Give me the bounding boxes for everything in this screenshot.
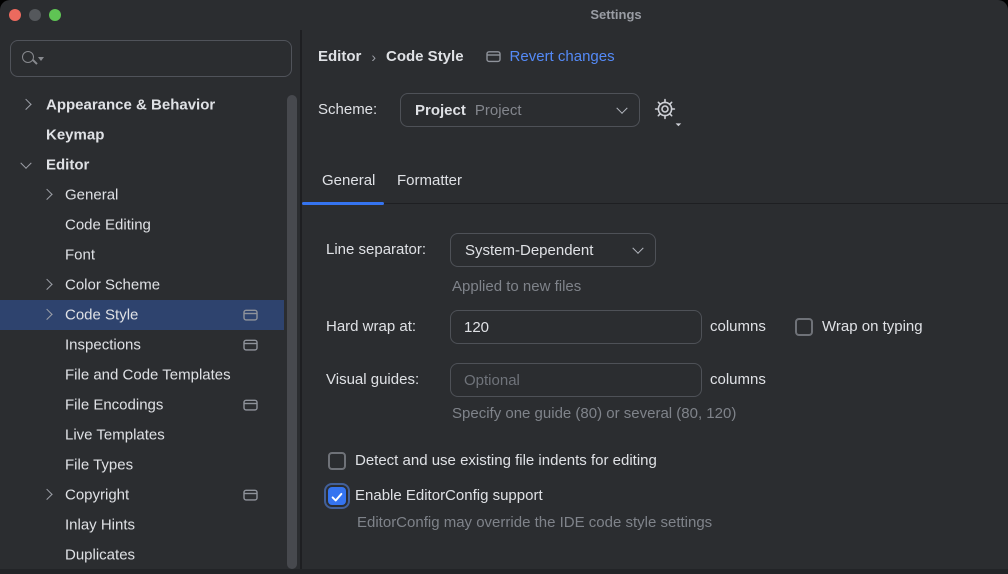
scheme-dropdown[interactable]: Project Project — [400, 93, 640, 127]
hard-wrap-suffix: columns — [710, 318, 766, 335]
hard-wrap-input[interactable] — [450, 310, 702, 344]
sidebar-item-label: Keymap — [46, 127, 104, 144]
dropdown-corner-icon — [673, 118, 681, 126]
editorconfig-help: EditorConfig may override the IDE code s… — [357, 514, 712, 531]
sidebar-item-label: File Encodings — [65, 397, 163, 414]
chevron-down-icon — [616, 103, 627, 114]
sidebar-item-font[interactable]: Font — [0, 240, 284, 270]
sidebar-item-live-templates[interactable]: Live Templates — [0, 420, 284, 450]
sidebar-item-label: Appearance & Behavior — [46, 97, 215, 114]
sidebar-item-label: General — [65, 187, 118, 204]
zoom-window-button[interactable] — [49, 9, 61, 21]
modified-setting-icon — [243, 309, 258, 322]
sidebar-item-label: Inlay Hints — [65, 517, 135, 534]
line-separator-dropdown[interactable]: System-Dependent — [450, 233, 656, 267]
sidebar-item-code-style[interactable]: Code Style — [0, 300, 284, 330]
sidebar-item-code-editing[interactable]: Code Editing — [0, 210, 284, 240]
window-title: Settings — [590, 7, 641, 22]
sidebar-item-inlay-hints[interactable]: Inlay Hints — [0, 510, 284, 540]
sidebar-scrollbar-thumb[interactable] — [287, 95, 297, 569]
sidebar-item-file-types[interactable]: File Types — [0, 450, 284, 480]
visual-guides-help: Specify one guide (80) or several (80, 1… — [452, 405, 736, 422]
sidebar-item-duplicates[interactable]: Duplicates — [0, 540, 284, 570]
sidebar-item-label: File and Code Templates — [65, 367, 231, 384]
settings-window: Settings Appearance & Behavior Keymap Edit… — [0, 0, 1008, 574]
sidebar-item-label: Font — [65, 247, 95, 264]
chevron-right-icon[interactable] — [41, 279, 52, 290]
chevron-down-icon[interactable] — [20, 158, 31, 169]
sidebar-item-appearance-behavior[interactable]: Appearance & Behavior — [0, 90, 284, 120]
window-bottom-edge — [0, 569, 1008, 574]
breadcrumb-editor[interactable]: Editor — [318, 48, 361, 65]
sidebar-item-label: Inspections — [65, 337, 141, 354]
scheme-actions-button[interactable] — [652, 96, 682, 126]
sidebar-item-inspections[interactable]: Inspections — [0, 330, 284, 360]
wrap-on-typing-label[interactable]: Wrap on typing — [822, 318, 923, 335]
sidebar-item-label: Live Templates — [65, 427, 165, 444]
modified-setting-icon — [243, 339, 258, 352]
close-window-button[interactable] — [9, 9, 21, 21]
enable-editorconfig-label[interactable]: Enable EditorConfig support — [355, 487, 543, 504]
code-style-tabs: General Formatter — [302, 163, 1008, 204]
line-separator-value: System-Dependent — [465, 242, 593, 259]
sidebar-item-file-encodings[interactable]: File Encodings — [0, 390, 284, 420]
active-tab-indicator — [302, 202, 384, 206]
sidebar-item-label: Color Scheme — [65, 277, 160, 294]
sidebar-item-label: Code Editing — [65, 217, 151, 234]
chevron-right-icon[interactable] — [41, 189, 52, 200]
minimize-window-button[interactable] — [29, 9, 41, 21]
scheme-value-secondary: Project — [475, 102, 522, 119]
detect-indents-checkbox[interactable] — [328, 452, 346, 470]
breadcrumb-code-style: Code Style — [386, 48, 464, 65]
sidebar-item-label: Copyright — [65, 487, 129, 504]
line-separator-label: Line separator: — [326, 241, 426, 258]
breadcrumb-separator-icon: › — [371, 49, 376, 65]
revert-changes-link[interactable]: Revert changes — [510, 48, 615, 65]
modified-setting-icon — [486, 50, 501, 63]
sidebar-item-label: Editor — [46, 157, 89, 174]
sidebar-item-label: File Types — [65, 457, 133, 474]
tab-formatter[interactable]: Formatter — [397, 172, 462, 189]
title-bar: Settings — [0, 0, 1008, 30]
settings-tree: Appearance & Behavior Keymap Editor General… — [0, 90, 300, 574]
sidebar-item-general[interactable]: General — [0, 180, 284, 210]
sidebar-item-file-and-code-templates[interactable]: File and Code Templates — [0, 360, 284, 390]
visual-guides-suffix: columns — [710, 371, 766, 388]
sidebar-item-label: Duplicates — [65, 547, 135, 564]
tab-general[interactable]: General — [322, 172, 375, 189]
breadcrumb: Editor › Code Style Revert changes — [318, 48, 615, 65]
scheme-value: Project — [415, 102, 466, 119]
search-input[interactable] — [42, 41, 291, 76]
sidebar-item-keymap[interactable]: Keymap — [0, 120, 284, 150]
sidebar-item-label: Code Style — [65, 307, 138, 324]
chevron-right-icon[interactable] — [41, 309, 52, 320]
visual-guides-input[interactable] — [450, 363, 702, 397]
sidebar-item-color-scheme[interactable]: Color Scheme — [0, 270, 284, 300]
detect-indents-label[interactable]: Detect and use existing file indents for… — [355, 452, 657, 469]
modified-setting-icon — [243, 489, 258, 502]
search-icon — [22, 50, 42, 68]
scheme-label: Scheme: — [318, 101, 377, 118]
wrap-on-typing-checkbox[interactable] — [795, 318, 813, 336]
chevron-right-icon[interactable] — [41, 489, 52, 500]
sidebar-item-copyright[interactable]: Copyright — [0, 480, 284, 510]
enable-editorconfig-checkbox[interactable] — [328, 487, 346, 505]
settings-content: Editor › Code Style Revert changes Schem… — [302, 30, 1008, 574]
settings-search-field[interactable] — [10, 40, 292, 77]
line-separator-help: Applied to new files — [452, 278, 581, 295]
chevron-right-icon[interactable] — [20, 99, 31, 110]
modified-setting-icon — [243, 399, 258, 412]
visual-guides-label: Visual guides: — [326, 371, 419, 388]
sidebar-item-editor[interactable]: Editor — [0, 150, 284, 180]
settings-sidebar: Appearance & Behavior Keymap Editor General… — [0, 30, 302, 574]
chevron-down-icon — [632, 243, 643, 254]
hard-wrap-label: Hard wrap at: — [326, 318, 416, 335]
